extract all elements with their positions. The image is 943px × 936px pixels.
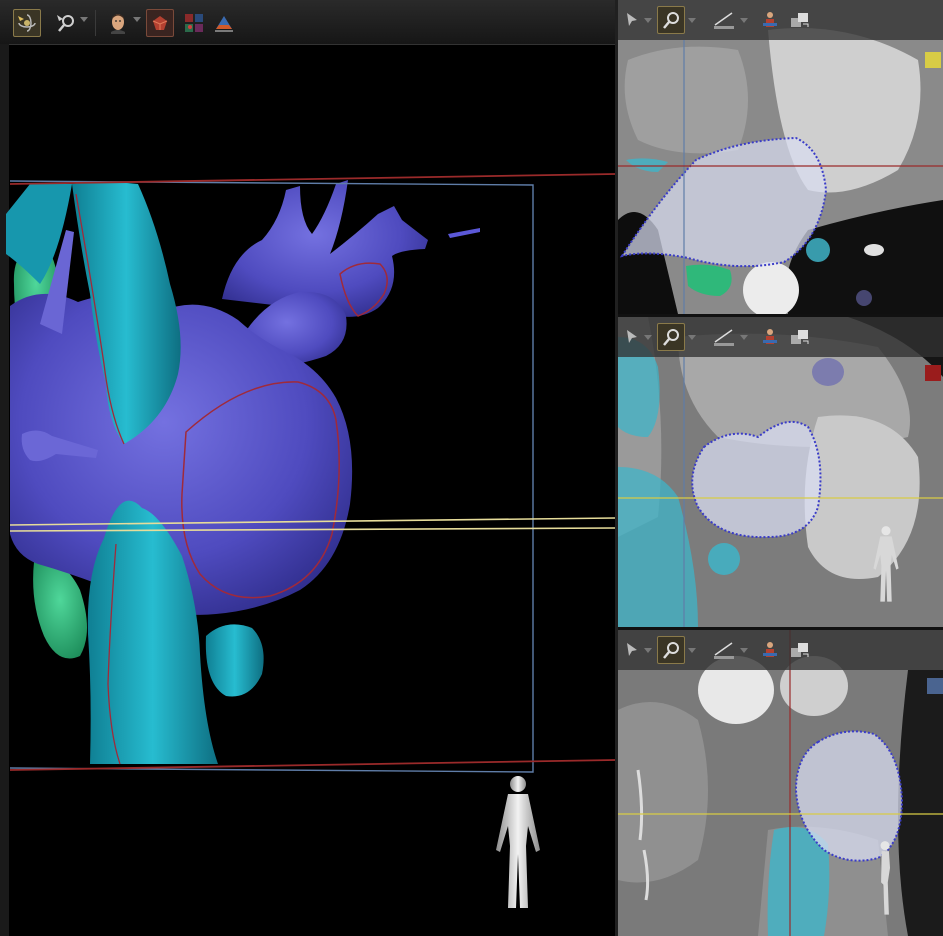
- orientation-figure-icon[interactable]: [488, 774, 548, 914]
- pointer-dropdown-caret[interactable]: [644, 335, 652, 340]
- vessel-branch-small: [448, 228, 480, 238]
- rotate-3d-icon[interactable]: [13, 9, 41, 37]
- toolbar-separator: [95, 10, 96, 36]
- person-orientation-icon[interactable]: [756, 6, 784, 34]
- measure-ruler-icon[interactable]: [710, 6, 738, 34]
- measure-ruler-icon[interactable]: [710, 636, 738, 664]
- sync-views-icon[interactable]: [786, 6, 814, 34]
- orientation-figure-icon[interactable]: [876, 840, 894, 918]
- coronal-marker-swatch: [925, 365, 941, 381]
- measure-dropdown-caret[interactable]: [740, 648, 748, 653]
- orientation-figure-icon[interactable]: [866, 525, 906, 605]
- axial-ct-image: [618, 0, 943, 314]
- zoom-icon[interactable]: [657, 6, 685, 34]
- axial-marker-swatch: [925, 52, 941, 68]
- zoom-icon[interactable]: [52, 9, 80, 37]
- sagittal-toolbar: [618, 630, 943, 670]
- zoom-dropdown-caret[interactable]: [688, 18, 696, 23]
- sagittal-view[interactable]: [618, 630, 943, 936]
- pointer-dropdown-caret[interactable]: [644, 648, 652, 653]
- zoom-icon[interactable]: [657, 323, 685, 351]
- sync-views-icon[interactable]: [786, 323, 814, 351]
- head-orientation-icon[interactable]: [104, 9, 132, 37]
- render-mode-icon[interactable]: [146, 9, 174, 37]
- reference-line-red-top: [9, 173, 615, 185]
- cut-plane-icon[interactable]: [210, 9, 238, 37]
- main-3d-viewport[interactable]: [0, 0, 615, 936]
- head-dropdown-caret[interactable]: [133, 17, 141, 22]
- sagittal-ct-image: [618, 630, 943, 936]
- segment-color-icon[interactable]: [180, 9, 208, 37]
- person-orientation-icon[interactable]: [756, 323, 784, 351]
- coronal-toolbar: [618, 317, 943, 357]
- axial-toolbar: [618, 0, 943, 40]
- main-toolbar: [0, 0, 615, 45]
- sync-views-icon[interactable]: [786, 636, 814, 664]
- vessel-stub: [205, 624, 264, 697]
- measure-dropdown-caret[interactable]: [740, 335, 748, 340]
- zoom-icon[interactable]: [657, 636, 685, 664]
- pointer-dropdown-caret[interactable]: [644, 18, 652, 23]
- measure-dropdown-caret[interactable]: [740, 18, 748, 23]
- sagittal-marker-swatch: [927, 678, 943, 694]
- zoom-dropdown-caret[interactable]: [80, 17, 88, 22]
- zoom-dropdown-caret[interactable]: [688, 335, 696, 340]
- axial-view[interactable]: [618, 0, 943, 314]
- zoom-dropdown-caret[interactable]: [688, 648, 696, 653]
- coronal-view[interactable]: [618, 317, 943, 627]
- measure-ruler-icon[interactable]: [710, 323, 738, 351]
- person-orientation-icon[interactable]: [756, 636, 784, 664]
